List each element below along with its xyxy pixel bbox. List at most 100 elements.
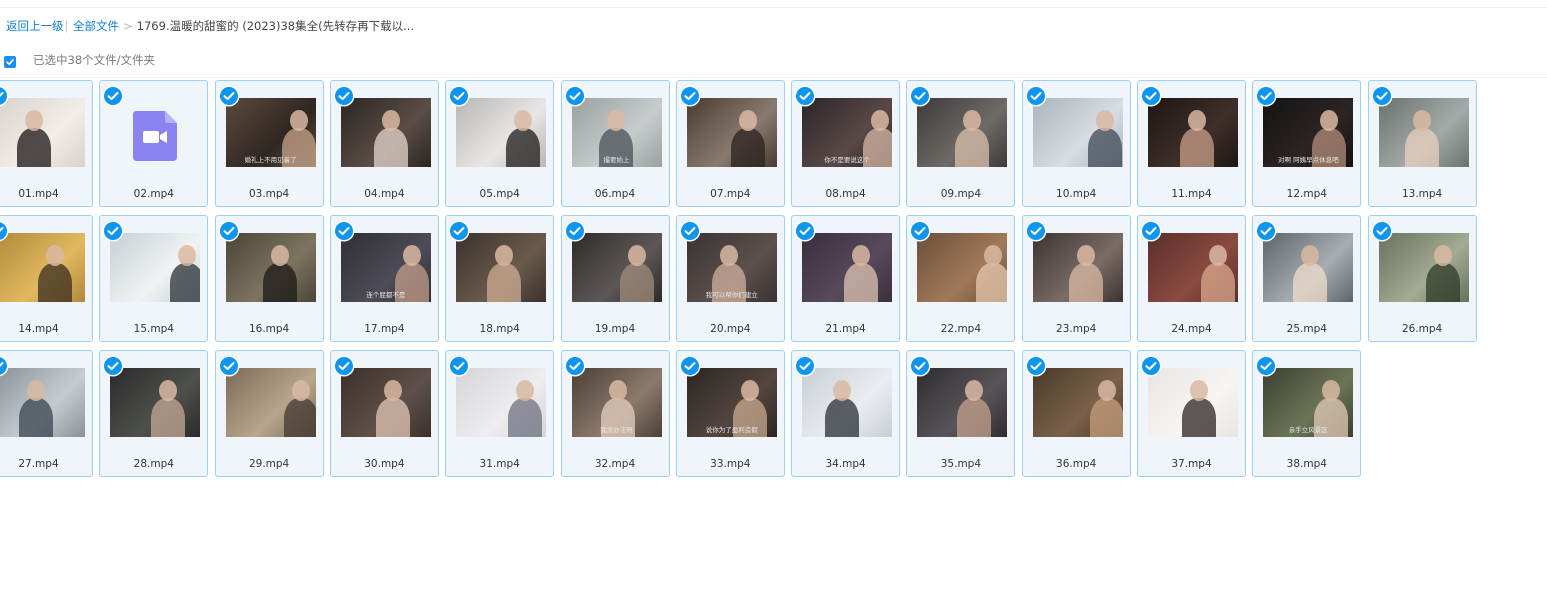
thumbnail-subtitle: 婚礼上不用见着了 [244, 156, 297, 164]
check-icon [799, 226, 811, 235]
file-checkbox[interactable] [1026, 221, 1045, 240]
check-icon [1145, 92, 1157, 100]
file-checkbox[interactable] [219, 87, 238, 105]
thumbnail-head [383, 379, 402, 401]
file-checkbox[interactable] [565, 221, 584, 240]
file-checkbox[interactable] [1142, 221, 1160, 240]
all-files-link[interactable]: 全部文件 [73, 19, 119, 33]
file-tile[interactable]: 27.mp4 [0, 349, 93, 477]
check-icon [799, 92, 811, 100]
file-checkbox[interactable] [796, 221, 815, 240]
file-tile[interactable]: 你不是要说这个 08.mp4 [791, 80, 901, 207]
file-tile[interactable]: 10.mp4 [1021, 80, 1131, 207]
file-checkbox[interactable] [565, 87, 584, 105]
file-tile[interactable]: 05.mp4 [445, 80, 555, 207]
file-tile[interactable]: 31.mp4 [445, 349, 555, 477]
thumbnail-figure [151, 397, 186, 437]
file-tile[interactable]: 亲手立风景区 38.mp4 [1252, 349, 1362, 477]
file-checkbox[interactable] [334, 221, 353, 240]
video-thumbnail [225, 367, 316, 437]
file-checkbox[interactable] [680, 221, 699, 240]
file-name: 03.mp4 [248, 188, 290, 200]
thumbnail-head [46, 244, 64, 266]
file-tile[interactable]: 19.mp4 [560, 214, 670, 342]
file-tile[interactable]: 01.mp4 [0, 80, 93, 207]
file-checkbox[interactable] [334, 356, 353, 375]
file-checkbox[interactable] [1257, 221, 1276, 240]
file-tile[interactable]: 11.mp4 [1137, 80, 1246, 207]
file-tile[interactable]: 说你为了盈利造假 33.mp4 [675, 349, 785, 477]
file-checkbox[interactable] [450, 356, 469, 375]
file-checkbox[interactable] [680, 87, 699, 105]
file-tile[interactable]: 连个屁都不是 17.mp4 [329, 214, 439, 342]
file-tile[interactable]: 37.mp4 [1137, 349, 1246, 477]
file-tile[interactable]: 09.mp4 [906, 80, 1016, 207]
file-checkbox[interactable] [680, 356, 699, 375]
file-tile[interactable]: 23.mp4 [1021, 214, 1131, 342]
check-icon [107, 92, 119, 100]
file-checkbox[interactable] [1026, 87, 1045, 105]
select-all-checkbox[interactable] [4, 56, 16, 68]
thumbnail-subtitle: 撮要始上 [603, 156, 630, 164]
file-checkbox[interactable] [1372, 87, 1391, 105]
file-tile[interactable]: 24.mp4 [1137, 214, 1246, 342]
file-tile[interactable]: 16.mp4 [214, 214, 324, 342]
thumbnail-head [852, 244, 871, 266]
file-tile[interactable]: 我可以帮你们建立 20.mp4 [675, 214, 785, 342]
file-tile[interactable]: 02.mp4 [99, 80, 209, 207]
file-checkbox[interactable] [219, 221, 238, 240]
check-icon [1030, 361, 1042, 370]
file-tile[interactable]: 30.mp4 [329, 349, 439, 477]
file-checkbox[interactable] [104, 221, 123, 240]
file-tile[interactable]: 28.mp4 [99, 349, 209, 477]
video-thumbnail: 你不是要说这个 [802, 98, 893, 167]
file-tile[interactable]: 22.mp4 [906, 214, 1016, 342]
file-tile[interactable]: 29.mp4 [214, 349, 324, 477]
file-tile[interactable]: 07.mp4 [675, 80, 785, 207]
file-checkbox[interactable] [1142, 356, 1160, 375]
file-checkbox[interactable] [565, 356, 584, 375]
video-thumbnail [1032, 367, 1123, 437]
file-checkbox[interactable] [104, 87, 123, 105]
file-tile[interactable]: 13.mp4 [1367, 80, 1477, 207]
file-checkbox[interactable] [334, 87, 353, 105]
thumbnail-subtitle: 我没办法啊 [600, 425, 633, 434]
file-checkbox[interactable] [796, 356, 815, 375]
file-name: 38.mp4 [1286, 457, 1327, 470]
file-tile[interactable]: 15.mp4 [99, 214, 209, 342]
file-tile[interactable]: 对啊 阿姨早点休息吧 12.mp4 [1252, 80, 1362, 207]
back-link[interactable]: 返回上一级 [6, 19, 64, 33]
video-thumbnail [456, 367, 547, 437]
file-checkbox[interactable] [450, 221, 469, 240]
file-checkbox[interactable] [1257, 356, 1276, 375]
header-divider [0, 77, 1547, 78]
file-checkbox[interactable] [1026, 356, 1045, 375]
file-tile[interactable]: 18.mp4 [445, 214, 555, 342]
file-tile[interactable]: 我没办法啊 32.mp4 [560, 349, 670, 477]
file-tile[interactable]: 04.mp4 [329, 80, 439, 207]
file-tile[interactable]: 36.mp4 [1021, 349, 1131, 477]
video-thumbnail: 婚礼上不用见着了 [225, 98, 316, 167]
file-checkbox[interactable] [1372, 221, 1391, 240]
video-thumbnail [1148, 232, 1238, 302]
file-tile[interactable]: 35.mp4 [906, 349, 1016, 477]
file-tile[interactable]: 21.mp4 [791, 214, 901, 342]
file-checkbox[interactable] [1142, 87, 1160, 105]
file-checkbox[interactable] [104, 356, 123, 375]
check-icon [569, 92, 580, 100]
file-tile[interactable]: 14.mp4 [0, 214, 93, 342]
thumbnail-figure [19, 397, 53, 437]
file-checkbox[interactable] [219, 356, 238, 375]
file-tile[interactable]: 26.mp4 [1367, 214, 1477, 342]
video-thumbnail: 亲手立风景区 [1263, 367, 1354, 437]
file-tile[interactable]: 34.mp4 [791, 349, 901, 477]
file-tile[interactable]: 婚礼上不用见着了 03.mp4 [214, 80, 324, 207]
video-thumbnail [1148, 98, 1238, 167]
check-icon [1376, 92, 1388, 100]
file-tile[interactable]: 25.mp4 [1252, 214, 1362, 342]
file-tile[interactable]: 撮要始上 06.mp4 [560, 80, 670, 207]
thumbnail-head [495, 244, 514, 266]
thumbnail-head [963, 110, 982, 131]
file-checkbox[interactable] [911, 356, 930, 375]
file-checkbox[interactable] [796, 87, 815, 105]
